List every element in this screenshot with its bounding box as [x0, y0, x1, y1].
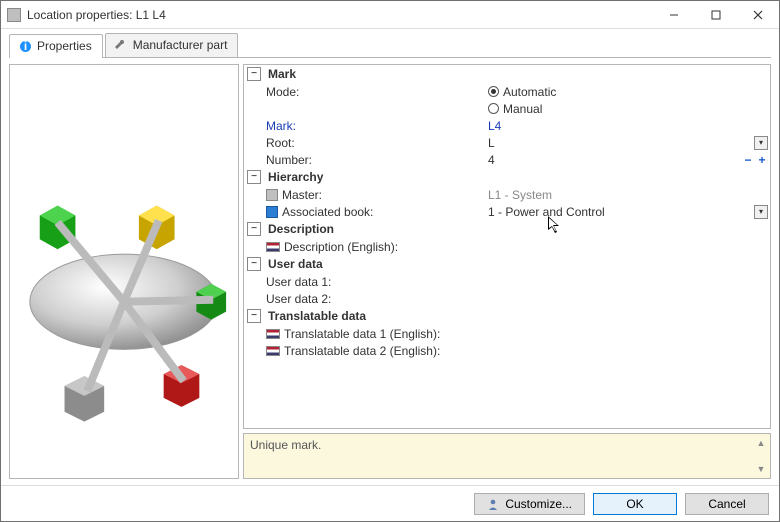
row-td2: Translatable data 2 (English):	[244, 342, 770, 359]
hint-panel: Unique mark. ▲ ▼	[243, 433, 771, 479]
section-userdata[interactable]: − User data	[244, 255, 770, 273]
property-grid: − Mark Mode: Automatic Manual	[243, 64, 771, 429]
flag-us-icon	[266, 242, 280, 252]
radio-manual[interactable]	[488, 103, 499, 114]
flag-us-icon	[266, 346, 280, 356]
titlebar: Location properties: L1 L4	[1, 1, 779, 29]
cancel-button[interactable]: Cancel	[685, 493, 769, 515]
row-mode: Mode: Automatic	[244, 83, 770, 100]
scroll-up-icon[interactable]: ▲	[754, 436, 768, 450]
hint-text: Unique mark.	[250, 438, 321, 452]
label-mode: Mode:	[244, 85, 484, 99]
tab-manufacturer-label: Manufacturer part	[133, 38, 228, 52]
label-desc-en: Description (English):	[244, 240, 484, 254]
dialog-window: Location properties: L1 L4 i Properties …	[0, 0, 780, 522]
tab-bar: i Properties Manufacturer part	[1, 29, 779, 57]
row-td1: Translatable data 1 (English):	[244, 325, 770, 342]
scroll-down-icon[interactable]: ▼	[754, 462, 768, 476]
label-td2: Translatable data 2 (English):	[244, 344, 484, 358]
section-mark[interactable]: − Mark	[244, 65, 770, 83]
person-icon	[487, 498, 499, 510]
label-td1: Translatable data 1 (English):	[244, 327, 484, 341]
wrench-icon	[114, 38, 128, 52]
collapse-icon[interactable]: −	[247, 67, 261, 81]
ok-button[interactable]: OK	[593, 493, 677, 515]
book-icon	[266, 206, 278, 218]
section-hierarchy[interactable]: − Hierarchy	[244, 168, 770, 186]
value-assoc-book[interactable]: 1 - Power and Control ▾	[484, 205, 770, 219]
row-root: Root: L ▾	[244, 134, 770, 151]
right-pane: − Mark Mode: Automatic Manual	[243, 64, 771, 479]
label-assoc-book: Associated book:	[244, 205, 484, 219]
number-minus-icon[interactable]: −	[742, 154, 754, 166]
svg-text:i: i	[23, 40, 26, 53]
label-ud2: User data 2:	[244, 292, 484, 306]
section-description[interactable]: − Description	[244, 220, 770, 238]
row-master: Master: L1 - System	[244, 186, 770, 203]
window-title: Location properties: L1 L4	[27, 8, 653, 22]
tab-manufacturer[interactable]: Manufacturer part	[105, 33, 239, 57]
info-icon: i	[18, 39, 32, 53]
collapse-icon[interactable]: −	[247, 309, 261, 323]
value-root[interactable]: L ▾	[484, 136, 770, 150]
preview-graphic	[10, 102, 238, 442]
customize-button[interactable]: Customize...	[474, 493, 585, 515]
value-mode-manual[interactable]: Manual	[484, 102, 770, 116]
cube-icon	[266, 189, 278, 201]
row-ud1: User data 1:	[244, 273, 770, 290]
value-master: L1 - System	[484, 188, 770, 202]
collapse-icon[interactable]: −	[247, 222, 261, 236]
row-ud2: User data 2:	[244, 290, 770, 307]
section-translatable[interactable]: − Translatable data	[244, 307, 770, 325]
maximize-button[interactable]	[695, 1, 737, 28]
collapse-icon[interactable]: −	[247, 257, 261, 271]
dialog-footer: Customize... OK Cancel	[1, 485, 779, 521]
label-mark[interactable]: Mark:	[244, 119, 484, 133]
tab-properties[interactable]: i Properties	[9, 34, 103, 58]
number-plus-icon[interactable]: +	[756, 154, 768, 166]
row-assoc-book: Associated book: 1 - Power and Control ▾	[244, 203, 770, 220]
dialog-body: − Mark Mode: Automatic Manual	[9, 57, 771, 485]
flag-us-icon	[266, 329, 280, 339]
dropdown-icon[interactable]: ▾	[754, 205, 768, 219]
tab-properties-label: Properties	[37, 39, 92, 53]
dropdown-icon[interactable]: ▾	[754, 136, 768, 150]
row-number: Number: 4 − +	[244, 151, 770, 168]
row-mode-manual: Manual	[244, 100, 770, 117]
label-master: Master:	[244, 188, 484, 202]
label-ud1: User data 1:	[244, 275, 484, 289]
value-mark[interactable]: L4	[484, 119, 770, 133]
radio-automatic[interactable]	[488, 86, 499, 97]
minimize-button[interactable]	[653, 1, 695, 28]
label-number: Number:	[244, 153, 484, 167]
preview-pane	[9, 64, 239, 479]
value-mode-auto[interactable]: Automatic	[484, 85, 770, 99]
window-buttons	[653, 1, 779, 28]
row-mark: Mark: L4	[244, 117, 770, 134]
value-number[interactable]: 4 − +	[484, 153, 770, 167]
close-button[interactable]	[737, 1, 779, 28]
collapse-icon[interactable]: −	[247, 170, 261, 184]
app-icon	[7, 8, 21, 22]
row-desc-en: Description (English):	[244, 238, 770, 255]
label-root: Root:	[244, 136, 484, 150]
